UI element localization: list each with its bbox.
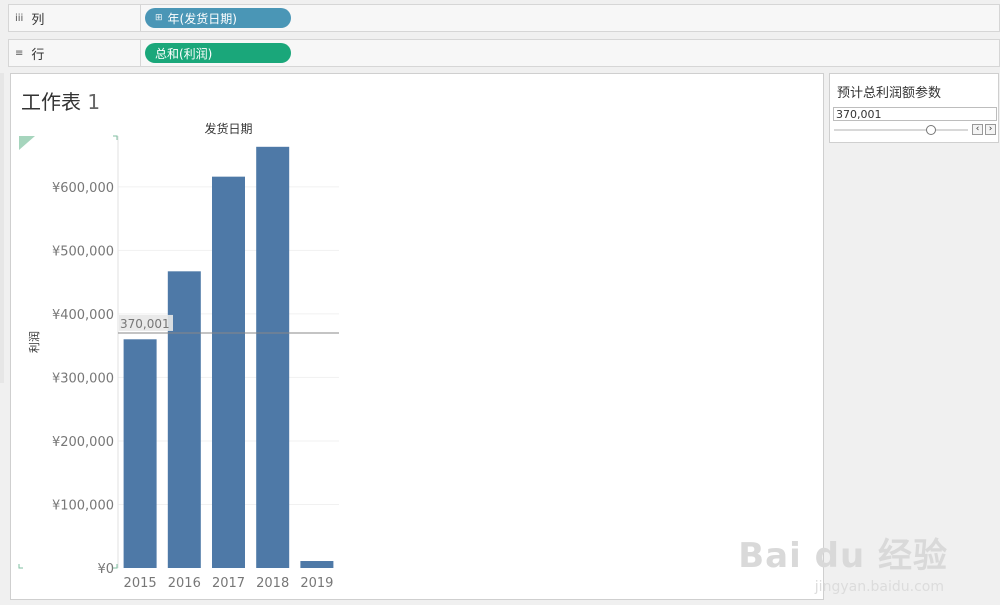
y-tick-label: ¥0 xyxy=(97,562,114,577)
decrement-button[interactable]: ‹ xyxy=(972,124,983,135)
corner-marker xyxy=(18,564,23,569)
corner-marker xyxy=(19,136,35,150)
left-panel-edge xyxy=(0,73,4,383)
x-tick-label: 2017 xyxy=(212,576,245,591)
parameter-slider-track[interactable] xyxy=(834,129,968,131)
y-tick-label: ¥400,000 xyxy=(52,308,114,323)
columns-shelf[interactable]: iii 列 ⊞ 年(发货日期) xyxy=(8,4,1000,32)
y-tick-label: ¥600,000 xyxy=(52,181,114,196)
expand-icon[interactable]: ⊞ xyxy=(155,13,163,23)
parameter-slider-knob[interactable] xyxy=(926,125,937,135)
y-tick-label: ¥200,000 xyxy=(52,435,114,450)
columns-shelf-label: iii 列 xyxy=(9,5,141,31)
sum-profit-pill[interactable]: 总和(利润) xyxy=(145,43,291,63)
worksheet[interactable]: 工作表 1 ¥0 ¥100,000 ¥200,000 ¥300,000 ¥400,000… xyxy=(10,73,824,600)
bar-2015 xyxy=(123,339,157,568)
baidu-watermark: Bai du 经验 xyxy=(738,536,948,576)
increment-button[interactable]: › xyxy=(985,124,996,135)
bar-2019 xyxy=(300,561,334,568)
columns-icon: iii xyxy=(15,12,24,24)
rows-shelf[interactable]: ≡ 行 总和(利润) xyxy=(8,39,1000,67)
baidu-watermark-url: jingyan.baidu.com xyxy=(814,579,944,595)
bar-2017 xyxy=(212,176,245,568)
x-tick-label: 2015 xyxy=(124,576,157,591)
chart-title: 发货日期 xyxy=(204,121,252,136)
parameter-title: 预计总利润额参数 xyxy=(837,86,942,101)
parameter-card: 预计总利润额参数 370,001 ‹ › xyxy=(829,73,999,143)
bar-2018 xyxy=(256,146,290,569)
year-ship-date-pill[interactable]: ⊞ 年(发货日期) xyxy=(145,8,291,28)
reference-line-label: 370,001 xyxy=(120,317,170,331)
y-tick-label: ¥500,000 xyxy=(52,244,114,259)
x-tick-label: 2016 xyxy=(168,576,201,591)
rows-shelf-label: ≡ 行 xyxy=(9,40,141,66)
x-tick-label: 2019 xyxy=(300,576,333,591)
y-tick-label: ¥300,000 xyxy=(52,371,114,386)
parameter-value-input[interactable]: 370,001 xyxy=(833,107,997,121)
x-tick-label: 2018 xyxy=(256,576,289,591)
rows-icon: ≡ xyxy=(15,47,24,59)
profit-bar-chart[interactable]: ¥0 ¥100,000 ¥200,000 ¥300,000 ¥400,000 ¥500,0… xyxy=(11,74,823,599)
corner-marker xyxy=(113,135,118,140)
y-axis-label: 利润 xyxy=(27,331,41,353)
y-tick-label: ¥100,000 xyxy=(52,498,114,513)
